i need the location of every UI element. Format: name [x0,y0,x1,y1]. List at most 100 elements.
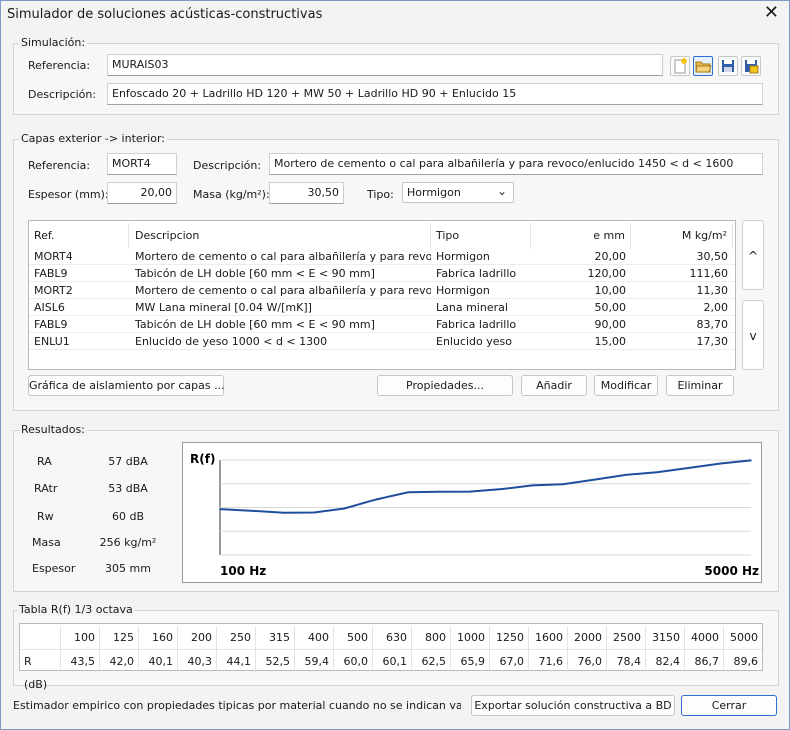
result-value-masa: 256 kg/m² [99,536,157,549]
masa-label: Masa (kg/m²): [193,188,270,201]
cell-mkg: 30,50 [696,250,729,263]
cell-mkg: 17,30 [696,335,729,348]
move-up-button[interactable]: ^ [742,220,764,290]
rf-point [719,462,722,465]
tipo-select[interactable]: Hormigon ⌄ [402,182,514,203]
octava-freq-cell: 500 [334,626,373,649]
cell-tipo: Fabrica ladrillo [436,318,517,331]
rf-point [501,488,504,490]
cell-mkg: 83,70 [696,318,729,331]
cell-descripcion: Mortero de cemento o cal para albañilerí… [135,250,431,263]
col-emm[interactable]: e mm [531,223,631,249]
espesor-label: Espesor (mm): [28,188,109,201]
cell-ref: MORT2 [34,284,73,297]
cell-mkg: 111,60 [689,267,729,280]
rf-point [374,498,377,501]
result-label-rw: Rw [37,510,54,523]
octava-freq-cell: 200 [178,626,217,649]
octava-value-cell: 60,0 [334,650,373,673]
modificar-button[interactable]: Modificar [594,375,658,396]
cerrar-button[interactable]: Cerrar [681,695,777,716]
list-row[interactable]: MORT4 Mortero de cemento o cal para alba… [29,248,735,265]
new-file-button[interactable] [670,56,690,76]
rf-chart-svg: R(f) 100 Hz 5000 Hz [190,452,759,578]
sim-descripcion-input[interactable]: Enfoscado 20 + Ladrillo HD 120 + MW 50 +… [107,83,763,105]
octava-value-cell: 43,5 [61,650,100,673]
rf-point [313,511,315,514]
cell-emm: 10,00 [594,284,627,297]
rf-point [625,473,628,476]
rf-point [531,484,534,487]
octava-freq-cell: 250 [217,626,256,649]
capas-group-label: Capas exterior -> interior: [19,132,167,145]
octava-corner-cell [20,626,61,649]
octava-value-cell: 40,1 [139,650,178,673]
col-tipo[interactable]: Tipo [431,223,531,249]
capas-list[interactable]: Ref. Descripcion Tipo e mm M kg/m² MORT4… [28,220,736,370]
capa-referencia-input[interactable]: MORT4 [107,153,177,175]
rf-point [595,478,598,481]
octava-value-cell: 65,9 [451,650,490,673]
octava-freq-cell: 2500 [607,626,646,649]
rf-point [407,491,409,494]
eliminar-button[interactable]: Eliminar [666,375,734,396]
anadir-button[interactable]: Añadir [521,375,587,396]
list-row[interactable]: MORT2 Mortero de cemento o cal para alba… [29,282,735,299]
open-folder-button[interactable] [693,56,713,76]
rf-point [750,459,752,462]
list-row[interactable]: FABL9 Tabicón de LH doble [60 mm < E < 9… [29,265,735,282]
cell-ref: FABL9 [34,267,68,280]
cell-emm: 15,00 [594,335,627,348]
octava-value-cell: 76,0 [568,650,607,673]
rf-point [282,511,285,514]
propiedades-button[interactable]: Propiedades... [377,375,513,396]
octava-freq-row: 100 125 160 200 250 315 400 500 630 800 … [20,626,762,649]
cell-mkg: 2,00 [703,301,729,314]
octava-freq-cell: 630 [373,626,412,649]
list-row[interactable]: FABL9 Tabicón de LH doble [60 mm < E < 9… [29,316,735,333]
col-descripcion[interactable]: Descripcion [130,223,431,249]
grafica-aislamiento-button[interactable]: Gráfica de aislamiento por capas ... [28,375,225,396]
simulacion-group-label: Simulación: [19,36,88,49]
octava-freq-cell: 1250 [490,626,529,649]
save-button[interactable] [718,56,738,76]
octava-value-cell: 78,4 [607,650,646,673]
octava-value-cell: 67,0 [490,650,529,673]
list-row[interactable]: ENLU1 Enlucido de yeso 1000 < d < 1300 E… [29,333,735,350]
col-mkg[interactable]: M kg/m² [631,223,733,249]
save-as-button[interactable] [741,56,761,76]
sim-referencia-label: Referencia: [28,59,91,72]
col-ref[interactable]: Ref. [29,223,129,249]
exportar-button[interactable]: Exportar solución constructiva a BD [471,695,675,716]
chart-xlabel-left: 100 Hz [220,564,266,578]
octava-value-cell: 40,3 [178,650,217,673]
cell-emm: 20,00 [594,250,627,263]
cell-tipo: Hormigon [436,284,490,297]
close-icon[interactable]: ✕ [764,4,779,22]
octava-freq-cell: 3150 [646,626,685,649]
cell-mkg: 11,30 [696,284,729,297]
masa-input[interactable]: 30,50 [269,182,344,204]
chart-title: R(f) [190,452,215,466]
capa-descripcion-input[interactable]: Mortero de cemento o cal para albañilerí… [269,153,763,175]
cell-tipo: Lana mineral [436,301,508,314]
cell-descripcion: Tabicón de LH doble [60 mm < E < 90 mm] [135,318,375,331]
octava-freq-cell: 800 [412,626,451,649]
octava-freq-cell: 400 [295,626,334,649]
chart-xlabel-right: 5000 Hz [704,564,759,578]
result-value-espesor: 305 mm [105,562,151,575]
rf-point [656,471,658,474]
sim-referencia-input[interactable]: MURAIS03 [107,54,663,76]
octava-value-cell: 62,5 [412,650,451,673]
tipo-select-value: Hormigon [407,186,461,199]
cell-descripcion: MW Lana mineral [0.04 W/[mK]] [135,301,312,314]
cell-descripcion: Enlucido de yeso 1000 < d < 1300 [135,335,328,348]
move-down-button[interactable]: v [742,300,764,370]
cell-ref: ENLU1 [34,335,70,348]
result-label-espesor: Espesor [32,562,76,575]
octava-freq-cell: 160 [139,626,178,649]
espesor-input[interactable]: 20,00 [107,182,177,204]
list-row[interactable]: AISL6 MW Lana mineral [0.04 W/[mK]] Lana… [29,299,735,316]
window-title: Simulador de soluciones acústicas-constr… [7,7,323,22]
rf-point [469,490,471,493]
